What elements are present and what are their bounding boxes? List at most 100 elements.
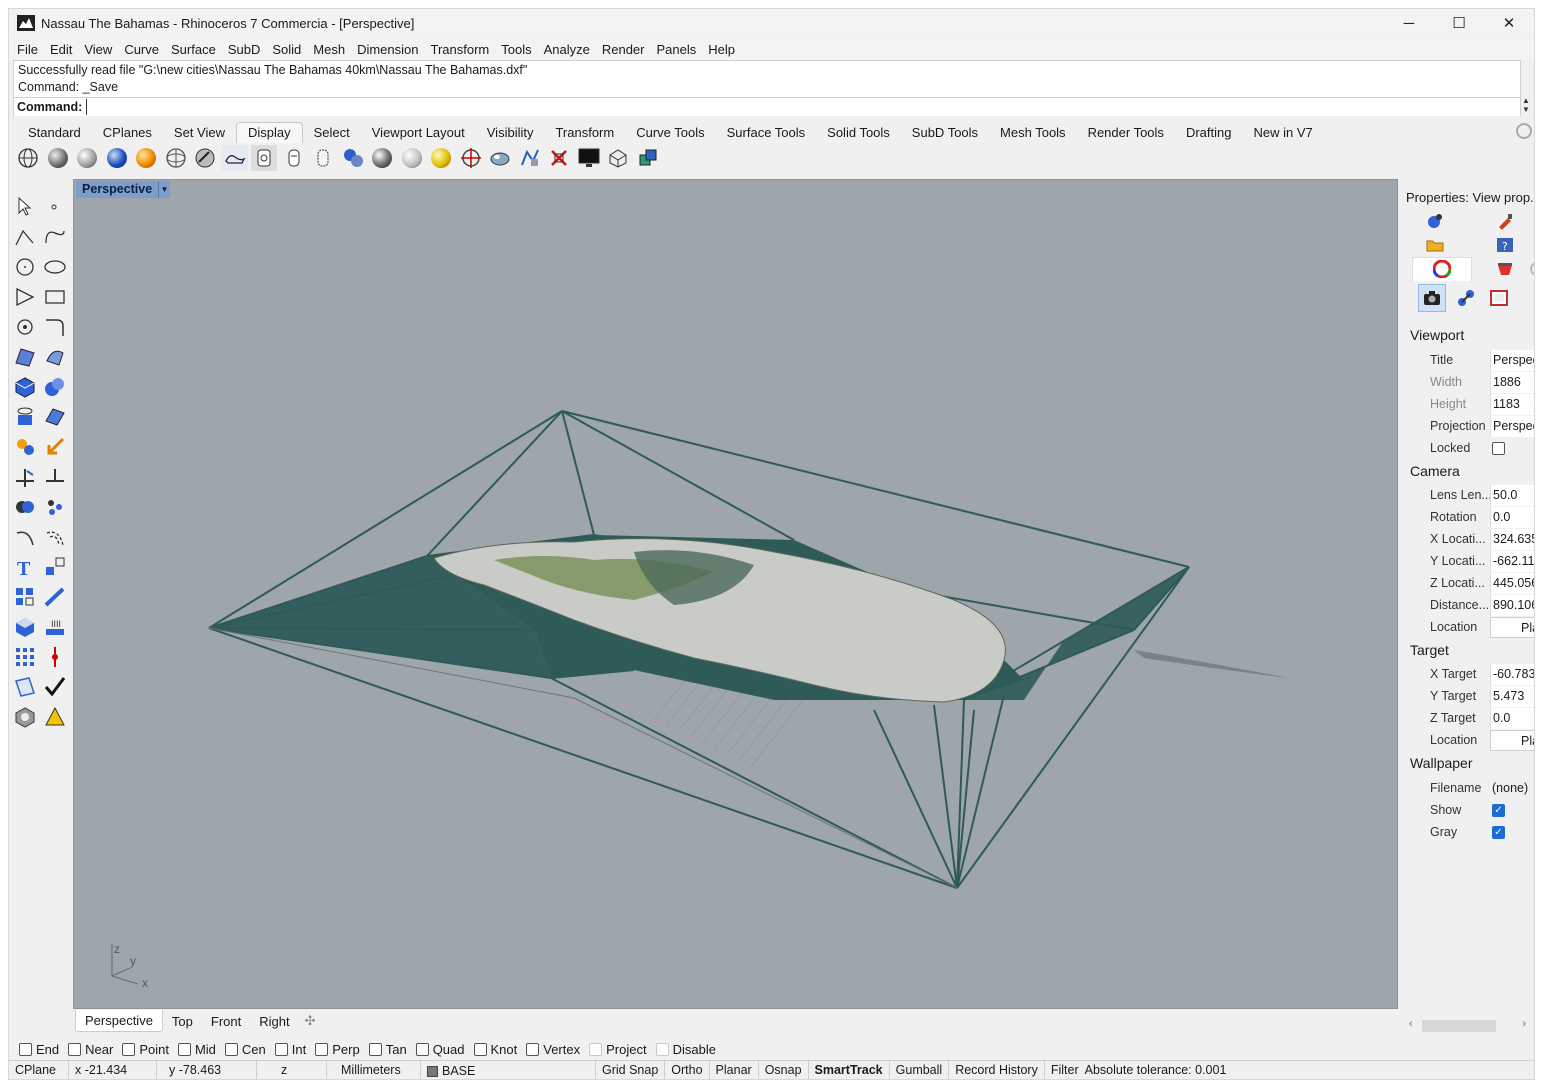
menu-help[interactable]: Help	[708, 42, 735, 57]
tab-viewport-layout[interactable]: Viewport Layout	[361, 125, 476, 143]
osnap-checkbox[interactable]	[589, 1042, 603, 1056]
technical-icon[interactable]	[163, 145, 189, 171]
viewport-tab-top[interactable]: Top	[163, 1011, 202, 1032]
osnap-point[interactable]: Point	[122, 1042, 169, 1057]
ghosted-icon[interactable]	[104, 145, 130, 171]
prop-show-checkbox[interactable]: ✓	[1492, 803, 1505, 817]
box-icon[interactable]	[13, 375, 37, 399]
tab-solid-tools[interactable]: Solid Tools	[816, 125, 901, 143]
analyze-icon[interactable]	[13, 435, 37, 459]
osnap-checkbox[interactable]	[19, 1042, 32, 1056]
artistic-icon[interactable]	[192, 145, 218, 171]
tab-visibility[interactable]: Visibility	[476, 125, 545, 143]
toolbar-settings-gear-icon[interactable]	[1516, 123, 1532, 139]
polyline-icon[interactable]	[13, 225, 37, 249]
monochrome-icon[interactable]	[310, 145, 336, 171]
osnap-checkbox[interactable]	[655, 1042, 669, 1056]
show-edges-icon[interactable]	[428, 145, 454, 171]
tab-standard[interactable]: Standard	[17, 125, 92, 143]
viewport-tab-front[interactable]: Front	[202, 1011, 250, 1032]
prop-distance-value[interactable]: 890.106	[1490, 594, 1534, 616]
osnap-checkbox[interactable]	[526, 1042, 540, 1056]
properties-horizontal-scrollbar[interactable]: ‹ ›	[1408, 1018, 1532, 1034]
osnap-quad[interactable]: Quad	[415, 1042, 465, 1057]
curvature-icon[interactable]	[517, 145, 543, 171]
split-icon[interactable]	[13, 465, 37, 489]
scroll-left-icon[interactable]: ‹	[1409, 1018, 1413, 1030]
solid-tools-icon[interactable]	[43, 375, 67, 399]
text-icon[interactable]: T	[13, 555, 37, 580]
tab-new-in-v7[interactable]: New in V7	[1242, 125, 1323, 143]
surface-tools-icon[interactable]	[43, 345, 67, 369]
command-input[interactable]	[86, 99, 1511, 115]
osnap-knot[interactable]: Knot	[473, 1042, 517, 1057]
osnap-near[interactable]: Near	[68, 1042, 113, 1057]
tab-subd-tools[interactable]: SubD Tools	[901, 125, 989, 143]
trim-icon[interactable]	[43, 465, 67, 489]
osnap-checkbox[interactable]	[315, 1042, 329, 1056]
osnap-checkbox[interactable]	[68, 1042, 82, 1056]
menu-view[interactable]: View	[84, 42, 112, 57]
osnap-disable[interactable]: Disable	[655, 1042, 716, 1057]
tab-render-tools[interactable]: Render Tools	[1077, 125, 1175, 143]
prop-ztarget-value[interactable]: 0.0	[1490, 707, 1534, 729]
rectangle-icon[interactable]	[43, 285, 67, 309]
maximize-button[interactable]: ☐	[1434, 9, 1484, 37]
select-arrow-icon[interactable]	[13, 195, 37, 219]
osnap-checkbox[interactable]	[368, 1042, 382, 1056]
prop-xtarget-value[interactable]: -60.783	[1490, 663, 1534, 685]
wallpaper-frame-icon[interactable]	[1490, 289, 1508, 307]
color-wheel-icon[interactable]	[1433, 260, 1451, 278]
menu-mesh[interactable]: Mesh	[313, 42, 345, 57]
scroll-right-icon[interactable]: ›	[1522, 1018, 1526, 1030]
menu-file[interactable]: File	[17, 42, 38, 57]
array-icon[interactable]	[13, 585, 37, 609]
tab-select[interactable]: Select	[303, 125, 361, 143]
osnap-checkbox[interactable]	[415, 1042, 429, 1056]
osnap-cen[interactable]: Cen	[224, 1042, 266, 1057]
prop-locked-checkbox[interactable]	[1492, 441, 1505, 455]
analysis-mode-icon[interactable]	[399, 145, 425, 171]
tab-drafting[interactable]: Drafting	[1175, 125, 1243, 143]
tab-mesh-tools[interactable]: Mesh Tools	[989, 125, 1077, 143]
viewport-tab-right[interactable]: Right	[250, 1011, 298, 1032]
tab-set-view[interactable]: Set View	[163, 125, 236, 143]
osnap-int[interactable]: Int	[274, 1042, 306, 1057]
tab-cplanes[interactable]: CPlanes	[92, 125, 163, 143]
fillet-curves-icon[interactable]	[43, 315, 67, 339]
prop-lens-value[interactable]: 50.0	[1490, 484, 1534, 506]
prop-filename-value[interactable]: (none)	[1490, 778, 1534, 799]
pen-icon[interactable]	[221, 145, 248, 171]
prop-title-value[interactable]: Perspective	[1490, 349, 1534, 371]
environment-map-icon[interactable]	[487, 145, 513, 171]
grid-dots-icon[interactable]	[13, 645, 37, 669]
prop-ytarget-value[interactable]: 5.473	[1490, 685, 1534, 707]
prop-rotation-value[interactable]: 0.0	[1490, 506, 1534, 528]
arc-icon[interactable]	[13, 525, 37, 549]
material-brush-icon[interactable]	[1496, 212, 1514, 230]
command-scroll-arrows[interactable]: ▲ ▼	[1518, 96, 1534, 116]
osnap-checkbox[interactable]	[473, 1042, 487, 1056]
curve-tools-icon[interactable]	[13, 315, 37, 339]
prop-gray-checkbox[interactable]: ✓	[1492, 825, 1505, 839]
osnap-project[interactable]: Project	[589, 1042, 647, 1057]
menu-curve[interactable]: Curve	[124, 42, 159, 57]
status-toggle-osnap[interactable]: Osnap	[759, 1060, 809, 1079]
osnap-checkbox[interactable]	[224, 1042, 238, 1056]
osnap-mid[interactable]: Mid	[177, 1042, 216, 1057]
osnap-perp[interactable]: Perp	[315, 1042, 360, 1057]
prop-xloc-value[interactable]: 324.635	[1490, 528, 1534, 550]
point-icon[interactable]	[43, 195, 67, 219]
tab-display[interactable]: Display	[235, 122, 303, 143]
status-toggle-ortho[interactable]: Ortho	[665, 1060, 710, 1079]
perspective-viewport[interactable]: Perspective ▼ z y x	[73, 179, 1398, 1009]
block-icon[interactable]	[13, 615, 37, 639]
folder-icon[interactable]	[1426, 236, 1444, 254]
status-layer[interactable]: BASE	[421, 1060, 596, 1079]
prop-yloc-value[interactable]: -662.11	[1490, 550, 1534, 572]
menu-solid[interactable]: Solid	[272, 42, 301, 57]
tab-transform[interactable]: Transform	[544, 125, 625, 143]
status-toggle-smarttrack[interactable]: SmartTrack	[809, 1060, 890, 1079]
clipping-plane-icon[interactable]	[605, 145, 631, 171]
dimension-icon[interactable]	[43, 585, 67, 609]
